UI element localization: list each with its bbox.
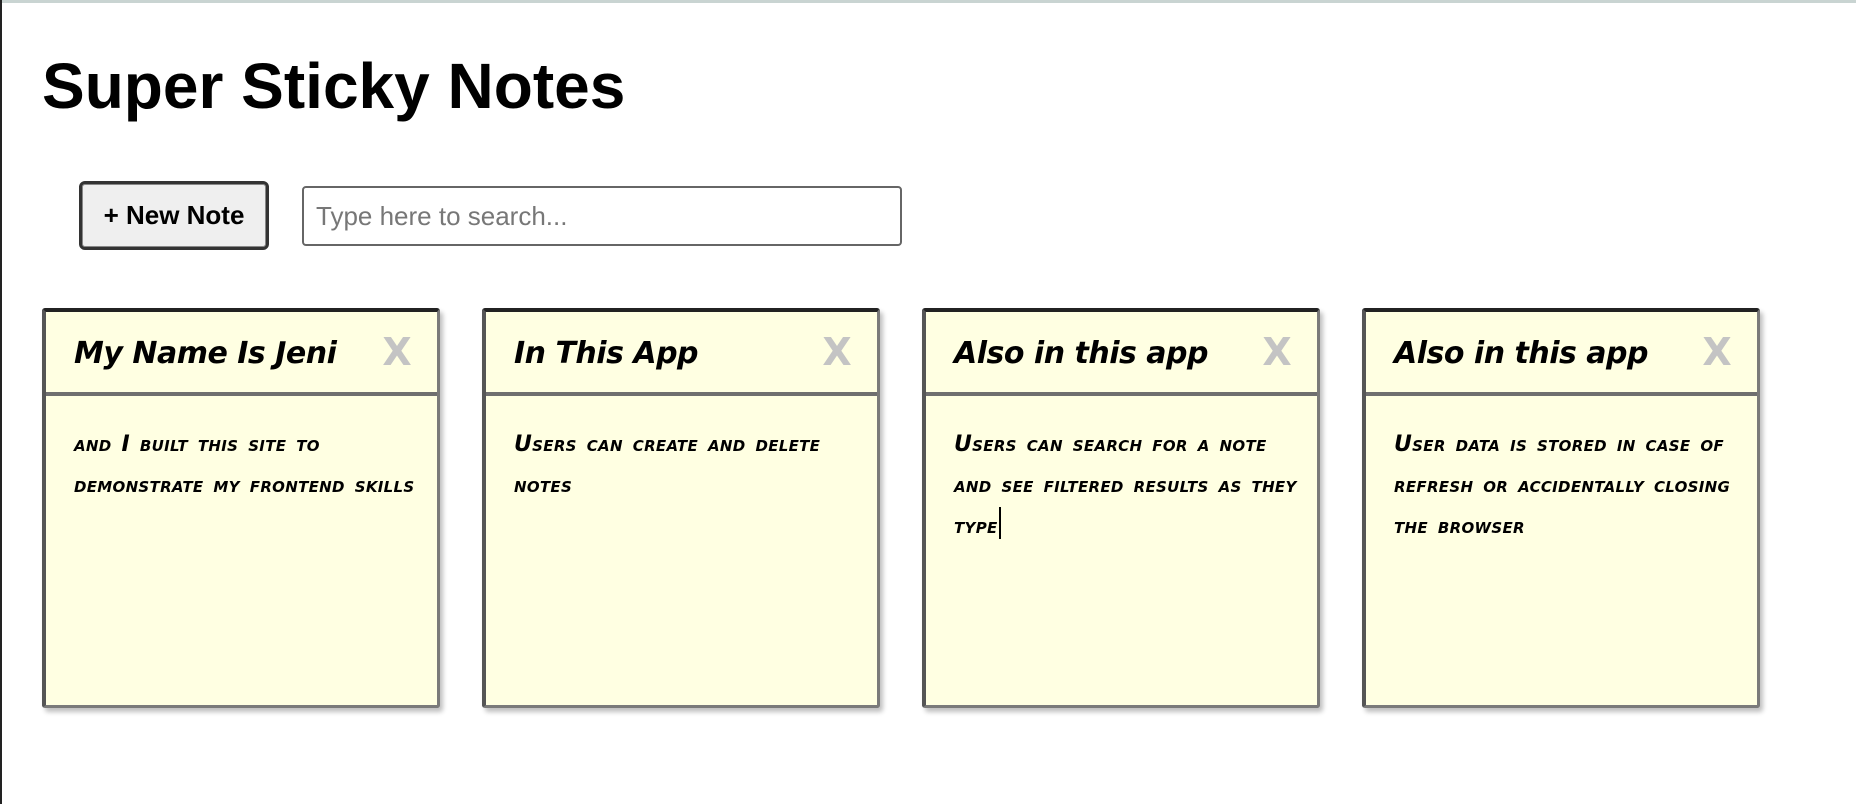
note-title[interactable]: In This App — [514, 336, 699, 372]
note-title[interactable]: Also in this app — [1394, 336, 1648, 372]
search-input[interactable] — [302, 186, 902, 246]
note-header: Also in this app X — [926, 312, 1317, 396]
note-description[interactable]: Users can create and delete notes — [514, 424, 859, 506]
text-caret — [998, 507, 1001, 539]
page-title: Super Sticky Notes — [42, 50, 626, 122]
note-header: My Name Is Jeni X — [46, 312, 437, 396]
notes-list: My Name Is Jeni X and I built this site … — [42, 308, 1760, 708]
note-description-text: and I built this site to demonstrate my … — [74, 432, 415, 498]
note-header: In This App X — [486, 312, 877, 396]
close-icon[interactable]: X — [1699, 333, 1735, 371]
note-title[interactable]: Also in this app — [954, 336, 1208, 372]
note-description-text: Users can create and delete notes — [514, 432, 821, 498]
note-description[interactable]: Users can search for a note and see filt… — [954, 424, 1299, 547]
note-description[interactable]: and I built this site to demonstrate my … — [74, 424, 419, 506]
new-note-button[interactable]: + New Note — [79, 181, 269, 250]
close-icon[interactable]: X — [1259, 333, 1295, 371]
note-card: My Name Is Jeni X and I built this site … — [42, 308, 440, 708]
close-icon[interactable]: X — [819, 333, 855, 371]
close-icon[interactable]: X — [379, 333, 415, 371]
left-border — [0, 0, 2, 804]
note-header: Also in this app X — [1366, 312, 1757, 396]
note-card: In This App X Users can create and delet… — [482, 308, 880, 708]
note-card: Also in this app X Users can search for … — [922, 308, 1320, 708]
note-description[interactable]: User data is stored in case of refresh o… — [1394, 424, 1739, 547]
note-card: Also in this app X User data is stored i… — [1362, 308, 1760, 708]
note-description-text: Users can search for a note and see filt… — [954, 432, 1297, 539]
note-title[interactable]: My Name Is Jeni — [74, 336, 337, 372]
top-border — [0, 0, 1856, 3]
note-description-text: User data is stored in case of refresh o… — [1394, 432, 1731, 539]
